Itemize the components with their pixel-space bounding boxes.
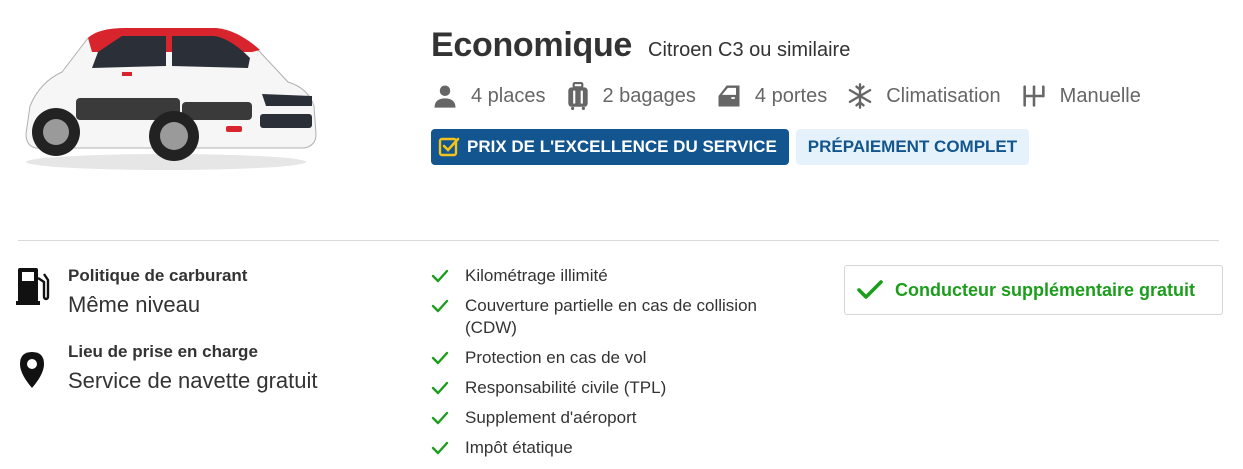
prepay-badge: PRÉPAIEMENT COMPLET — [795, 129, 1030, 165]
included-features: Kilométrage illimité Couverture partiell… — [431, 265, 795, 467]
service-award-label: PRIX DE L'EXCELLENCE DU SERVICE — [467, 137, 777, 156]
luggage-icon — [567, 82, 588, 110]
car-model: Citroen C3 ou similaire — [648, 39, 851, 61]
pickup-value: Service de navette gratuit — [68, 368, 318, 393]
check-icon — [857, 280, 883, 299]
list-item: Kilométrage illimité — [431, 265, 795, 287]
car-image — [25, 28, 317, 170]
spec-transmission: Manuelle — [1020, 82, 1141, 110]
check-icon — [431, 381, 449, 395]
spec-label: Manuelle — [1059, 84, 1141, 107]
car-category: Economique — [431, 26, 633, 64]
spec-doors: 4 portes — [715, 82, 827, 110]
check-icon — [431, 441, 449, 455]
divider — [18, 240, 1219, 241]
spec-label: Climatisation — [886, 84, 1001, 107]
spec-bags: 2 bagages — [565, 82, 696, 110]
check-square-icon — [438, 137, 460, 157]
check-icon — [431, 299, 449, 313]
fuel-pump-icon — [16, 268, 50, 305]
door-icon — [718, 85, 740, 107]
spec-seats: 4 places — [431, 82, 546, 110]
car-specs: 4 places 2 bagages 4 portes Climatisatio… — [431, 80, 1160, 112]
fuel-policy: Politique de carburant Même niveau — [16, 266, 247, 318]
prepay-label: PRÉPAIEMENT COMPLET — [807, 137, 1018, 156]
pickup-location: Lieu de prise en charge Service de navet… — [16, 342, 317, 394]
pickup-label: Lieu de prise en charge — [68, 342, 258, 361]
list-item: Responsabilité civile (TPL) — [431, 377, 795, 399]
free-driver-label: Conducteur supplémentaire gratuit — [895, 279, 1196, 300]
car-title: Economique Citroen C3 ou similaire — [431, 26, 850, 65]
fuel-policy-value: Même niveau — [68, 292, 201, 317]
badges: PRIX DE L'EXCELLENCE DU SERVICE PRÉPAIEM… — [431, 129, 1030, 165]
spec-label: 4 places — [471, 84, 546, 107]
check-icon — [431, 269, 449, 283]
list-item: Supplement d'aéroport — [431, 407, 795, 429]
gearshift-icon — [1023, 85, 1045, 107]
check-icon — [431, 351, 449, 365]
person-icon — [434, 85, 456, 108]
list-item: Couverture partielle en cas de collision… — [431, 295, 795, 339]
spec-ac: Climatisation — [846, 82, 1001, 110]
free-additional-driver: Conducteur supplémentaire gratuit — [844, 265, 1223, 315]
check-icon — [431, 411, 449, 425]
spec-label: 4 portes — [754, 84, 828, 107]
location-pin-icon — [20, 352, 44, 388]
service-award-badge: PRIX DE L'EXCELLENCE DU SERVICE — [431, 129, 789, 165]
list-item: Impôt étatique — [431, 437, 795, 459]
list-item: Protection en cas de vol — [431, 347, 795, 369]
snowflake-icon — [848, 83, 872, 109]
fuel-policy-label: Politique de carburant — [68, 266, 248, 285]
spec-label: 2 bagages — [602, 84, 696, 107]
